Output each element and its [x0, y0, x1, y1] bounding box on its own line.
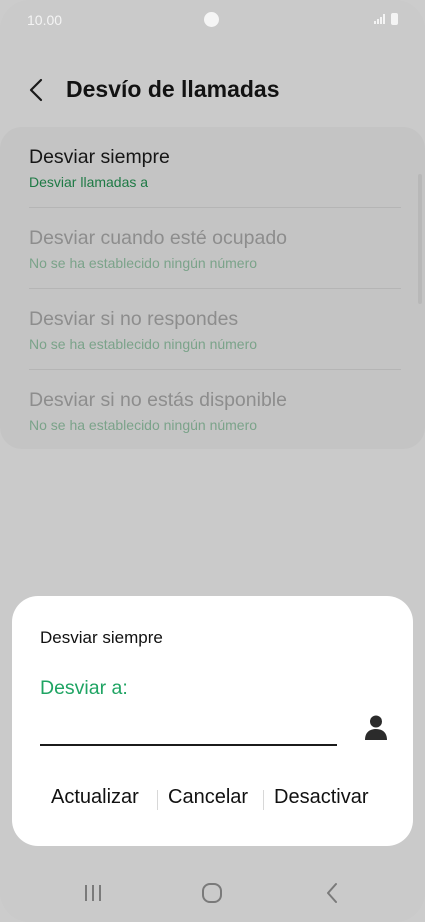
signal-icon — [374, 14, 385, 24]
status-bar: 10.00 — [0, 0, 425, 40]
deactivate-button[interactable]: Desactivar — [274, 786, 368, 809]
update-button[interactable]: Actualizar — [51, 786, 139, 809]
option-title: Desviar siempre — [29, 146, 170, 168]
app-header: Desvío de llamadas — [0, 70, 425, 110]
page-title: Desvío de llamadas — [66, 76, 280, 102]
status-time: 10.00 — [27, 12, 63, 28]
navigation-bar — [0, 862, 425, 922]
battery-icon — [391, 13, 398, 25]
option-forward-no-answer[interactable]: Desviar si no respondes No se ha estable… — [29, 289, 401, 369]
forward-number-input[interactable] — [40, 714, 337, 746]
back-icon[interactable] — [320, 880, 346, 906]
phone-screen: 10.00 Desvío de llamadas Desviar siempre… — [0, 0, 425, 922]
cancel-button[interactable]: Cancelar — [168, 786, 248, 809]
option-title: Desviar si no respondes — [29, 308, 239, 330]
forward-number-dialog: Desviar siempre Desviar a: Actualizar Ca… — [12, 596, 413, 846]
forwarding-options-card: Desviar siempre Desviar llamadas a Desvi… — [0, 127, 425, 449]
dialog-actions: Actualizar Cancelar Desactivar — [12, 782, 413, 814]
option-forward-unreachable[interactable]: Desviar si no estás disponible No se ha … — [29, 370, 401, 450]
contact-picker-icon[interactable] — [363, 714, 389, 742]
option-always-forward[interactable]: Desviar siempre Desviar llamadas a — [29, 127, 401, 207]
option-title: Desviar cuando esté ocupado — [29, 227, 288, 249]
button-separator — [263, 790, 264, 810]
scrollbar-thumb[interactable] — [418, 174, 422, 304]
option-subtitle: Desviar llamadas a — [29, 174, 149, 190]
forward-to-label: Desviar a: — [40, 677, 128, 699]
option-subtitle: No se ha establecido ningún número — [29, 336, 258, 352]
button-separator — [157, 790, 158, 810]
camera-cutout — [204, 12, 219, 27]
home-icon[interactable] — [199, 880, 225, 906]
dialog-title: Desviar siempre — [40, 628, 163, 647]
back-arrow-icon[interactable] — [26, 76, 48, 104]
option-forward-busy[interactable]: Desviar cuando esté ocupado No se ha est… — [29, 208, 401, 288]
option-subtitle: No se ha establecido ningún número — [29, 417, 258, 433]
option-title: Desviar si no estás disponible — [29, 389, 287, 411]
option-subtitle: No se ha establecido ningún número — [29, 255, 258, 271]
recent-apps-icon[interactable] — [80, 880, 106, 906]
